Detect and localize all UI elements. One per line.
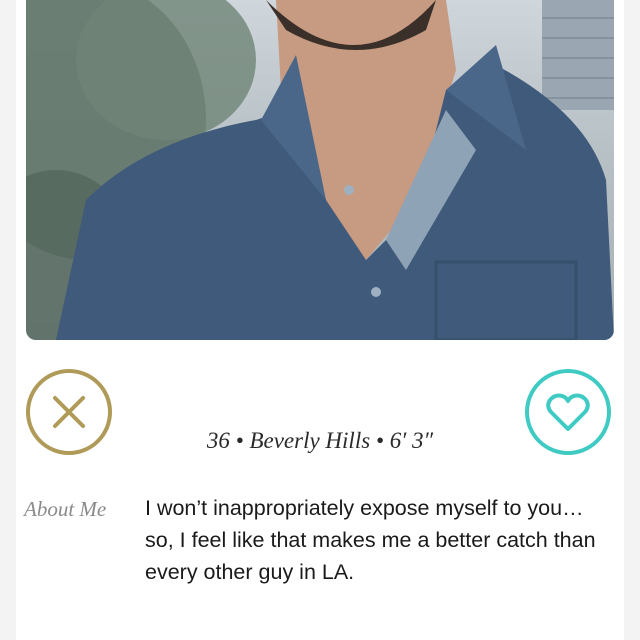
pass-button[interactable]: [26, 369, 112, 455]
location: Beverly Hills: [249, 428, 371, 453]
separator: •: [375, 428, 384, 453]
age: 36: [206, 428, 230, 453]
profile-photo-image: [26, 0, 614, 340]
about-text: I won’t inappropriately expose myself to…: [145, 496, 596, 584]
heart-icon: [546, 393, 590, 431]
like-button[interactable]: [525, 369, 611, 455]
profile-meta: 36 • Beverly Hills • 6′ 3″: [140, 428, 500, 454]
about-label: About Me: [24, 497, 107, 521]
profile-photo[interactable]: [26, 0, 614, 340]
x-icon: [53, 396, 85, 428]
separator: •: [235, 428, 244, 453]
height: 6′ 3″: [389, 428, 434, 453]
